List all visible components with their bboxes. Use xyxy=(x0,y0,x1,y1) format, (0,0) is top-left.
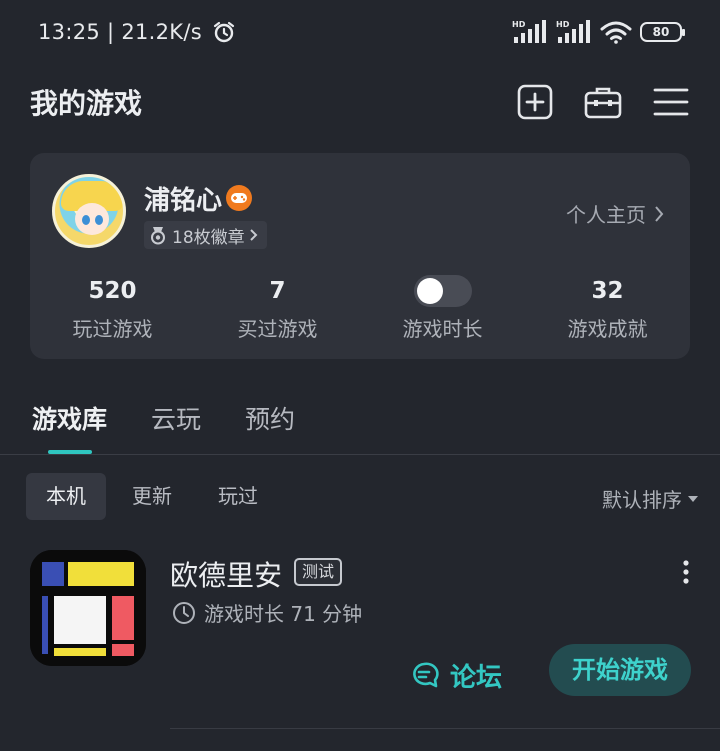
stat-label: 玩过游戏 xyxy=(72,317,153,341)
tab-library[interactable]: 游戏库 xyxy=(32,398,107,454)
stat-value: 520 xyxy=(88,278,137,304)
divider xyxy=(170,728,720,729)
subtab-played[interactable]: 玩过 xyxy=(198,473,278,520)
test-tag-badge: 测试 xyxy=(294,558,343,586)
playtime-text: 游戏时长 71 分钟 xyxy=(204,602,363,626)
playtime-info: 游戏时长 71 分钟 xyxy=(172,598,362,627)
profile-link[interactable]: 个人主页 xyxy=(566,199,664,228)
more-options-icon[interactable] xyxy=(682,560,690,584)
start-game-button[interactable]: 开始游戏 xyxy=(549,644,691,696)
medals-chip[interactable]: 18枚徽章 xyxy=(144,221,267,249)
game-name: 欧德里安 xyxy=(170,559,283,592)
status-time: 13:25 | 21.2K/s xyxy=(38,20,202,44)
caret-down-icon xyxy=(688,495,698,502)
username: 浦铭心 xyxy=(144,186,223,216)
header: 我的游戏 xyxy=(0,70,720,134)
stat-value: 7 xyxy=(269,278,286,304)
playtime-toggle[interactable] xyxy=(413,275,472,307)
main-tabs: 游戏库 云玩 预约 xyxy=(32,398,295,454)
game-list-item[interactable]: 欧德里安 测试 游戏时长 71 分钟 论坛 开始游戏 xyxy=(0,548,720,728)
tab-cloud-play[interactable]: 云玩 xyxy=(151,398,201,454)
stat-bought-games[interactable]: 7 买过游戏 xyxy=(195,275,360,342)
svg-text:HD: HD xyxy=(512,20,526,29)
status-bar: 13:25 | 21.2K/s HD HD 80 xyxy=(0,0,720,64)
wifi-icon xyxy=(600,21,632,44)
divider xyxy=(0,454,720,455)
stat-label: 游戏成就 xyxy=(567,317,648,341)
forum-icon xyxy=(413,662,439,688)
game-icon[interactable] xyxy=(30,550,146,666)
chevron-right-icon xyxy=(249,229,258,241)
stat-playtime: 游戏时长 xyxy=(360,275,525,342)
chevron-right-icon xyxy=(655,205,664,222)
page-title: 我的游戏 xyxy=(30,87,143,120)
toggle-knob xyxy=(416,278,443,304)
stat-played-games[interactable]: 520 玩过游戏 xyxy=(30,275,195,342)
gamepad-badge-icon xyxy=(226,185,252,211)
alarm-icon xyxy=(213,21,235,43)
toolbox-icon[interactable] xyxy=(584,83,622,121)
stat-label: 游戏时长 xyxy=(402,317,483,341)
tab-reservations[interactable]: 预约 xyxy=(245,398,295,454)
stat-label: 买过游戏 xyxy=(237,317,318,341)
svg-text:HD: HD xyxy=(556,20,570,29)
subtab-updates[interactable]: 更新 xyxy=(112,473,192,520)
forum-button[interactable]: 论坛 xyxy=(410,652,502,698)
profile-card: 浦铭心 18枚徽章 个人主页 520 玩过游戏 7 买过游戏 游戏时长 32 游… xyxy=(30,153,690,359)
sort-dropdown[interactable]: 默认排序 xyxy=(602,484,698,513)
avatar[interactable] xyxy=(52,174,126,248)
signal-icon: HD xyxy=(512,20,546,43)
stat-achievements[interactable]: 32 游戏成就 xyxy=(525,275,690,342)
signal-icon: HD xyxy=(556,20,590,43)
clock-icon xyxy=(173,601,195,624)
menu-icon[interactable] xyxy=(652,83,690,121)
forum-label: 论坛 xyxy=(450,662,503,693)
medal-icon xyxy=(151,227,165,245)
medals-label: 18枚徽章 xyxy=(172,227,245,248)
sort-label: 默认排序 xyxy=(602,488,682,512)
sub-tabs: 本机 更新 玩过 xyxy=(26,473,278,520)
subtab-local[interactable]: 本机 xyxy=(26,473,106,520)
stats-row: 520 玩过游戏 7 买过游戏 游戏时长 32 游戏成就 xyxy=(30,275,690,342)
stat-value: 32 xyxy=(591,278,624,304)
add-icon[interactable] xyxy=(516,83,554,121)
profile-link-label: 个人主页 xyxy=(566,203,646,227)
battery-indicator: 80 xyxy=(640,22,685,42)
